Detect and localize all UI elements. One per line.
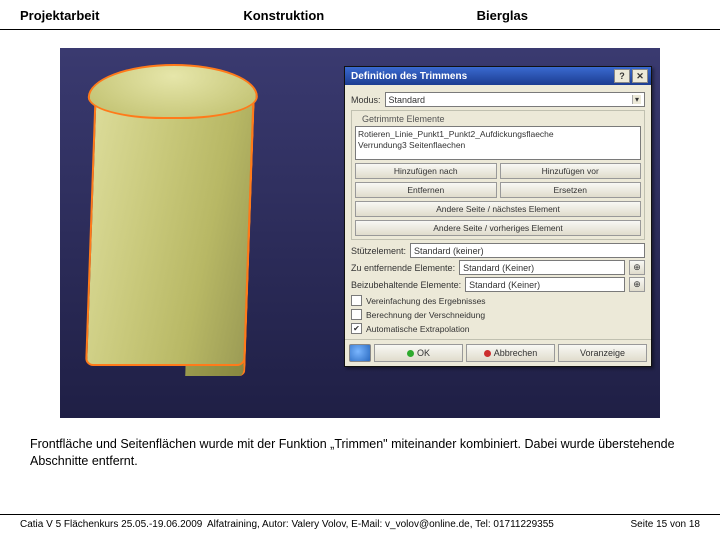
cancel-button[interactable]: Abbrechen <box>466 344 555 362</box>
keep-elements-field[interactable]: Standard (Keiner) <box>465 277 625 292</box>
ok-button[interactable]: OK <box>374 344 463 362</box>
help-button[interactable]: ? <box>614 69 630 83</box>
header-mid: Konstruktion <box>243 8 466 23</box>
footer-author: Alfatraining, Autor: Valery Volov, E-Mai… <box>207 519 581 530</box>
remove-elements-picker-icon[interactable]: ⊕ <box>629 260 645 275</box>
list-item[interactable]: Rotieren_Linie_Punkt1_Punkt2_Aufdickungs… <box>358 129 638 140</box>
mode-label: Modus: <box>351 95 381 105</box>
other-side-next-button[interactable]: Andere Seite / nächstes Element <box>355 201 641 217</box>
list-item[interactable]: Verrundung3 Seitenflaechen <box>358 140 638 151</box>
context-icon <box>349 344 371 362</box>
header-right: Bierglas <box>467 8 700 23</box>
page-footer: Catia V 5 Flächenkurs 25.05.-19.06.2009 … <box>0 514 720 530</box>
extrapolate-checkbox[interactable]: ✔ <box>351 323 362 334</box>
add-before-button[interactable]: Hinzufügen vor <box>500 163 642 179</box>
intersect-label: Berechnung der Verschneidung <box>366 310 485 320</box>
trimmed-elements-list[interactable]: Rotieren_Linie_Punkt1_Punkt2_Aufdickungs… <box>355 126 641 160</box>
support-field[interactable]: Standard (keiner) <box>410 243 645 258</box>
replace-button[interactable]: Ersetzen <box>500 182 642 198</box>
simplify-label: Vereinfachung des Ergebnisses <box>366 296 486 306</box>
remove-elements-label: Zu entfernende Elemente: <box>351 263 455 273</box>
page-header: Projektarbeit Konstruktion Bierglas <box>0 0 720 30</box>
add-after-button[interactable]: Hinzufügen nach <box>355 163 497 179</box>
intersect-checkbox[interactable] <box>351 309 362 320</box>
close-button[interactable]: ✕ <box>632 69 648 83</box>
keep-elements-label: Beizubehaltende Elemente: <box>351 280 461 290</box>
ok-icon <box>407 350 414 357</box>
slide-caption: Frontfläche und Seitenflächen wurde mit … <box>0 418 720 470</box>
extrapolate-label: Automatische Extrapolation <box>366 324 469 334</box>
dialog-titlebar[interactable]: Definition des Trimmens ? ✕ <box>345 67 651 85</box>
dialog-title: Definition des Trimmens <box>351 71 612 82</box>
remove-elements-field[interactable]: Standard (Keiner) <box>459 260 625 275</box>
header-left: Projektarbeit <box>20 8 243 23</box>
trimmed-elements-group-label: Getrimmte Elemente <box>359 114 448 124</box>
support-label: Stützelement: <box>351 246 406 256</box>
footer-page: Seite 15 von 18 <box>581 519 700 530</box>
cancel-icon <box>484 350 491 357</box>
mode-combo[interactable]: Standard <box>385 92 645 107</box>
trimmed-surface-model <box>70 56 280 391</box>
preview-button[interactable]: Voranzeige <box>558 344 647 362</box>
3d-viewport[interactable]: Definition des Trimmens ? ✕ Modus: Stand… <box>60 48 660 418</box>
remove-button[interactable]: Entfernen <box>355 182 497 198</box>
other-side-prev-button[interactable]: Andere Seite / vorheriges Element <box>355 220 641 236</box>
footer-course: Catia V 5 Flächenkurs 25.05.-19.06.2009 <box>20 519 207 530</box>
trim-definition-dialog: Definition des Trimmens ? ✕ Modus: Stand… <box>344 66 652 367</box>
simplify-checkbox[interactable] <box>351 295 362 306</box>
keep-elements-picker-icon[interactable]: ⊕ <box>629 277 645 292</box>
